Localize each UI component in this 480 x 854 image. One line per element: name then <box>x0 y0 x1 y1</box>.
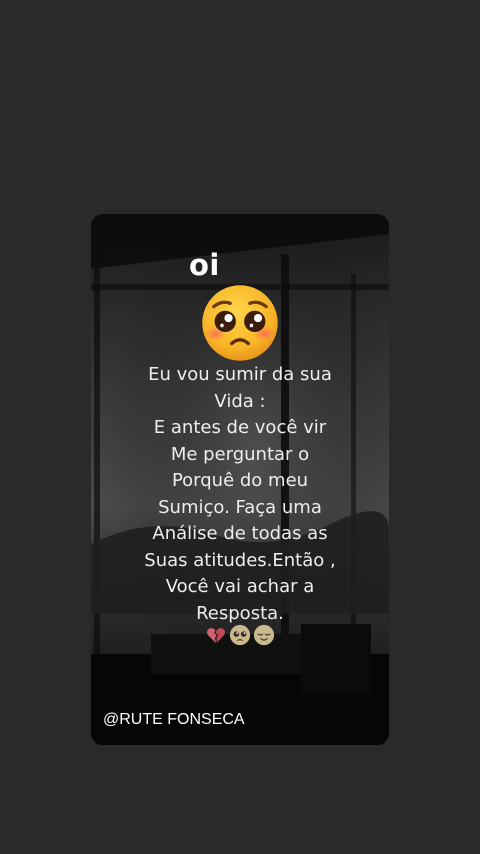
pleading-face-icon <box>202 285 278 361</box>
relieved-face-icon <box>253 624 275 646</box>
message-line: Porquê do meu <box>171 470 309 491</box>
author-handle: @RUTE FONSECA <box>103 711 245 728</box>
story-viewer: oi Eu vou sumir da sua Vida: E antes de… <box>0 0 480 854</box>
message-line: Você vai achar a <box>165 576 315 597</box>
pleading-face-icon <box>229 624 251 646</box>
message-line: Análise de todas as <box>152 523 328 544</box>
emoji-row <box>91 624 389 646</box>
message-line: Suas atitudes.Então , <box>144 549 336 571</box>
message-line: Vida : <box>214 390 266 412</box>
story-card[interactable]: oi Eu vou sumir da sua Vida: E antes de… <box>91 214 389 745</box>
message-line: Sumiço. Faça uma <box>158 496 322 518</box>
message-line: Me perguntar o <box>170 443 310 465</box>
message-line: Eu vou sumir da sua <box>148 364 332 385</box>
story-message: Eu vou sumir da sua Vida : E antes de vo… <box>91 362 389 627</box>
message-line: E antes de você vir <box>153 417 327 438</box>
broken-heart-icon <box>207 628 225 644</box>
greeting-text: oi <box>189 248 220 282</box>
